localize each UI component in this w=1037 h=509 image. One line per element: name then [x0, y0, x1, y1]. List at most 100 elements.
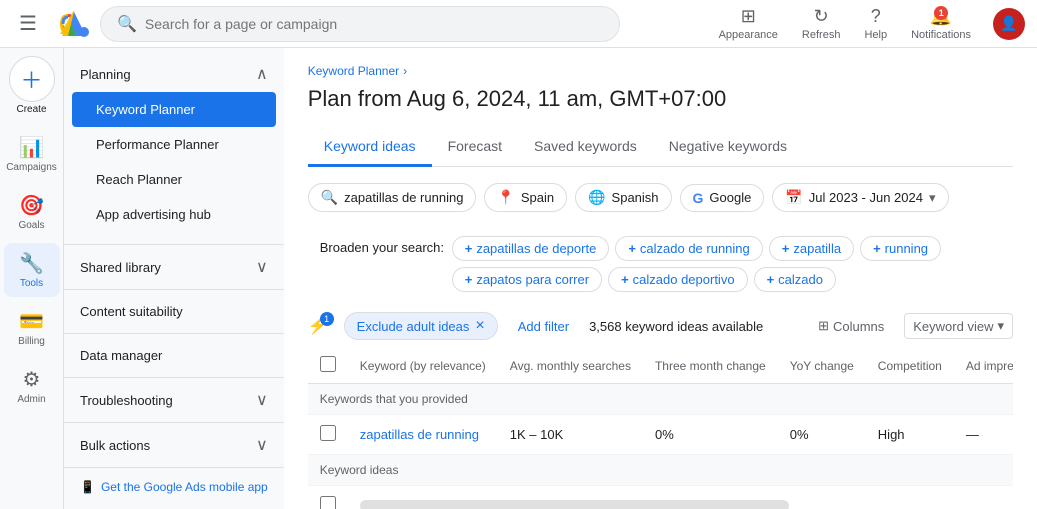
date-range-filter[interactable]: 📅 Jul 2023 - Jun 2024 ▾	[772, 183, 948, 212]
keyword-search-filter[interactable]: 🔍 zapatillas de running	[308, 183, 477, 212]
shared-library-header[interactable]: Shared library ∨	[64, 249, 284, 285]
columns-button[interactable]: ⊞ Columns	[810, 314, 892, 338]
troubleshooting-label: Troubleshooting	[80, 393, 173, 408]
hamburger-button[interactable]: ☰	[12, 8, 44, 40]
tab-keyword-ideas[interactable]: Keyword ideas	[308, 128, 432, 167]
sidebar-item-keyword-planner[interactable]: Keyword Planner	[72, 92, 276, 127]
broaden-chip-0[interactable]: + zapatillas de deporte	[452, 236, 610, 261]
main-layout: ＋ Create 📊 Campaigns 🎯 Goals 🔧 Tools 💳 B…	[0, 48, 1037, 509]
goals-label: Goals	[18, 220, 44, 231]
sidebar-icon-goals[interactable]: 🎯 Goals	[4, 185, 60, 239]
refresh-label: Refresh	[802, 29, 841, 41]
sidebar: ＋ Create 📊 Campaigns 🎯 Goals 🔧 Tools 💳 B…	[0, 48, 284, 509]
exclude-adult-label: Exclude adult ideas	[357, 319, 470, 334]
add-filter-button[interactable]: Add filter	[510, 315, 577, 338]
notifications-button[interactable]: 🔔 1 Notifications	[901, 2, 981, 45]
sidebar-icon-billing[interactable]: 💳 Billing	[4, 301, 60, 355]
sidebar-item-reach-planner[interactable]: Reach Planner	[64, 162, 284, 197]
bulk-actions-header[interactable]: Bulk actions ∨	[64, 427, 284, 463]
divider-6	[64, 467, 284, 468]
tab-forecast[interactable]: Forecast	[432, 128, 518, 167]
row1-avg-searches: 1K – 10K	[498, 415, 643, 455]
plus-icon-2: +	[782, 241, 790, 256]
search-input[interactable]	[145, 16, 603, 32]
icon-sidebar: ＋ Create 📊 Campaigns 🎯 Goals 🔧 Tools 💳 B…	[0, 48, 64, 509]
avatar-initial: 👤	[1000, 15, 1017, 32]
sidebar-item-performance-planner[interactable]: Performance Planner	[64, 127, 284, 162]
bulk-actions-chevron: ∨	[256, 435, 268, 455]
divider-1	[64, 244, 284, 245]
billing-label: Billing	[18, 336, 45, 347]
columns-icon: ⊞	[818, 318, 829, 334]
network-filter[interactable]: G Google	[680, 184, 765, 212]
row-loading-checkbox-input[interactable]	[320, 496, 336, 509]
keyword-link-1[interactable]: zapatillas de running	[360, 427, 479, 442]
row1-checkbox[interactable]	[320, 425, 336, 441]
breadcrumb[interactable]: Keyword Planner ›	[308, 64, 1013, 78]
sidebar-item-app-advertising-hub[interactable]: App advertising hub	[64, 197, 284, 232]
bell-icon: 🔔 1	[930, 6, 952, 27]
troubleshooting-chevron: ∨	[256, 390, 268, 410]
mobile-app-footer[interactable]: 📱 Get the Google Ads mobile app	[64, 472, 284, 502]
language-filter[interactable]: 🌐 Spanish	[575, 183, 671, 212]
row1-competition: High	[866, 415, 954, 455]
row1-checkbox-cell	[308, 415, 348, 455]
section-label-1: Keywords that you provided	[308, 384, 1013, 415]
exclude-adult-chip[interactable]: Exclude adult ideas ×	[344, 312, 498, 340]
table-header-row: Keyword (by relevance) Avg. monthly sear…	[308, 348, 1013, 384]
broaden-chip-5[interactable]: + calzado deportivo	[608, 267, 748, 292]
filter-funnel-container: ⚡ 1	[308, 316, 328, 336]
help-button[interactable]: ? Help	[854, 2, 897, 45]
keyword-view-button[interactable]: Keyword view ▾	[904, 313, 1013, 339]
broaden-chip-1[interactable]: + calzado de running	[615, 236, 762, 261]
keyword-table: Keyword (by relevance) Avg. monthly sear…	[308, 348, 1013, 509]
planning-section-header[interactable]: Planning ∧	[64, 56, 284, 92]
divider-4	[64, 377, 284, 378]
plus-icon: ＋	[20, 63, 42, 95]
plus-icon-3: +	[873, 241, 881, 256]
create-button[interactable]: ＋ Create	[9, 56, 55, 115]
sidebar-icon-tools[interactable]: 🔧 Tools	[4, 243, 60, 297]
broaden-chip-2[interactable]: + zapatilla	[769, 236, 854, 261]
billing-icon: 💳	[19, 309, 44, 334]
notification-badge: 1	[934, 6, 948, 20]
divider-5	[64, 422, 284, 423]
planning-chevron: ∧	[256, 64, 268, 84]
location-filter[interactable]: 📍 Spain	[484, 183, 567, 212]
col-avg-searches: Avg. monthly searches	[498, 348, 643, 384]
broaden-chip-6[interactable]: + calzado	[754, 267, 836, 292]
troubleshooting-header[interactable]: Troubleshooting ∨	[64, 382, 284, 418]
appearance-button[interactable]: ⊞ Appearance	[709, 2, 788, 45]
search-bar[interactable]: 🔍	[100, 6, 620, 42]
menu-icon: ☰	[19, 11, 37, 36]
refresh-button[interactable]: ↻ Refresh	[792, 2, 851, 45]
col-keyword: Keyword (by relevance)	[348, 348, 498, 384]
tab-saved-keywords[interactable]: Saved keywords	[518, 128, 653, 167]
planning-label: Planning	[80, 67, 131, 82]
select-all-checkbox[interactable]	[320, 356, 336, 372]
tools-label: Tools	[20, 278, 43, 289]
sidebar-item-content-suitability[interactable]: Content suitability	[64, 294, 284, 329]
sidebar-icon-admin[interactable]: ⚙ Admin	[4, 359, 60, 413]
table-wrapper: Keyword (by relevance) Avg. monthly sear…	[308, 348, 1013, 509]
sidebar-item-data-manager[interactable]: Data manager	[64, 338, 284, 373]
mobile-app-label: Get the Google Ads mobile app	[101, 480, 268, 494]
table-row-1: zapatillas de running 1K – 10K 0% 0% Hig…	[308, 415, 1013, 455]
top-nav: ☰ 🔍 ⊞ Appearance	[0, 0, 1037, 48]
keyword-view-chevron: ▾	[997, 318, 1004, 334]
broaden-chip-4[interactable]: + zapatos para correr	[452, 267, 602, 292]
notifications-label: Notifications	[911, 29, 971, 41]
avatar[interactable]: 👤	[993, 8, 1025, 40]
content-area: Keyword Planner › Plan from Aug 6, 2024,…	[284, 48, 1037, 509]
date-range-value: Jul 2023 - Jun 2024	[809, 190, 923, 205]
tab-negative-keywords[interactable]: Negative keywords	[653, 128, 803, 167]
section-header-row-1: Keywords that you provided	[308, 384, 1013, 415]
section-label-2: Keyword ideas	[308, 455, 1013, 486]
remove-filter-icon[interactable]: ×	[475, 317, 484, 335]
broaden-chips: + zapatillas de deporte + calzado de run…	[452, 236, 1001, 292]
row-loading-checkbox	[308, 486, 348, 509]
broaden-chip-3[interactable]: + running	[860, 236, 941, 261]
sidebar-icon-campaigns[interactable]: 📊 Campaigns	[4, 127, 60, 181]
content-inner: Keyword Planner › Plan from Aug 6, 2024,…	[284, 48, 1037, 509]
location-icon: 📍	[497, 189, 514, 206]
